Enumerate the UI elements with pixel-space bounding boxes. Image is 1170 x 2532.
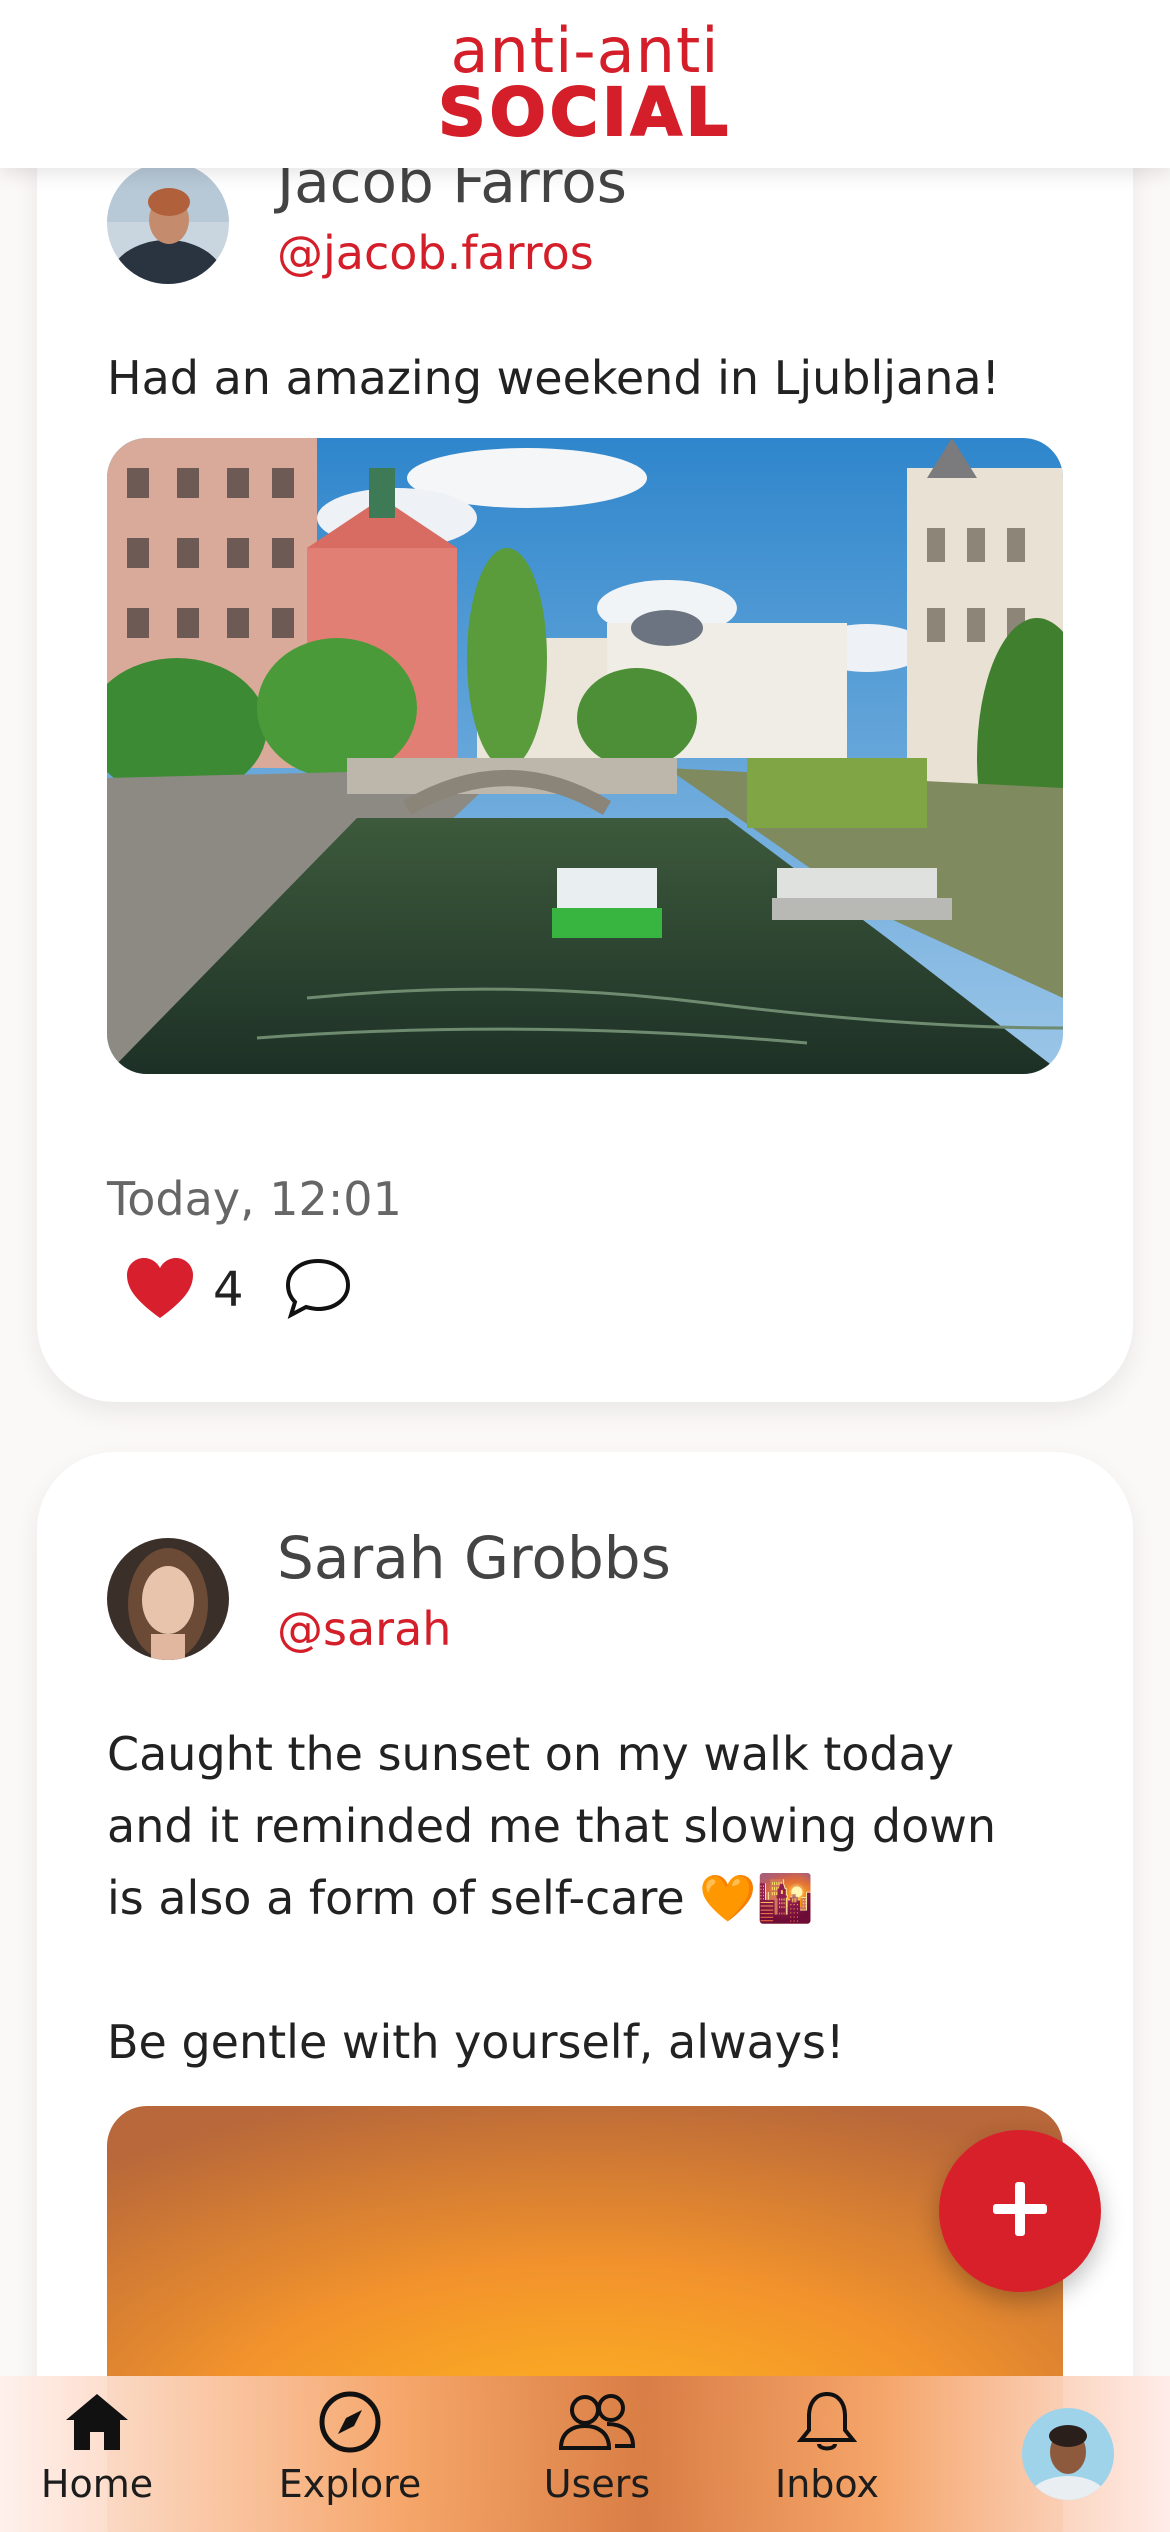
author-handle[interactable]: @sarah xyxy=(277,1602,451,1656)
post-card: Sarah Grobbs @sarah Caught the sunset on… xyxy=(37,1452,1133,2532)
app-header: anti-anti SOCIAL xyxy=(0,0,1170,168)
author-avatar[interactable] xyxy=(107,162,229,284)
nav-item-inbox[interactable]: Inbox xyxy=(766,2390,888,2506)
post-timestamp: Today, 12:01 xyxy=(107,1172,402,1226)
post-text-line: and it reminded me that slowing down xyxy=(107,1799,997,1853)
home-icon xyxy=(62,2390,132,2458)
nav-label: Inbox xyxy=(775,2462,879,2506)
post-text: Caught the sunset on my walk today and i… xyxy=(107,1718,1087,2078)
post-image[interactable] xyxy=(107,438,1063,1074)
author-name[interactable]: Sarah Grobbs xyxy=(277,1524,671,1592)
nav-item-users[interactable]: Users xyxy=(532,2390,662,2506)
profile-avatar[interactable] xyxy=(1022,2408,1114,2500)
heart-icon[interactable] xyxy=(125,1256,195,1324)
bottom-navigation: Home Explore Users Inbox xyxy=(0,2376,1170,2532)
plus-icon xyxy=(991,2180,1049,2242)
nav-label: Explore xyxy=(278,2462,422,2506)
author-handle[interactable]: @jacob.farros xyxy=(277,226,594,280)
post-card: Jacob Farros @jacob.farros Had an amazin… xyxy=(37,60,1133,1402)
like-count: 4 xyxy=(213,1262,244,1318)
post-text-line: Caught the sunset on my walk today xyxy=(107,1727,955,1781)
logo-top-text: anti-anti xyxy=(450,14,720,87)
nav-label: Users xyxy=(543,2462,651,2506)
author-avatar[interactable] xyxy=(107,1538,229,1660)
users-icon xyxy=(557,2390,637,2458)
create-post-button[interactable] xyxy=(939,2130,1101,2292)
post-text-line: is also a form of self-care 🧡🌇 xyxy=(107,1871,814,1925)
post-actions: 4 xyxy=(125,1256,352,1324)
compass-icon xyxy=(315,2390,385,2458)
nav-label: Home xyxy=(40,2462,154,2506)
post-text: Had an amazing weekend in Ljubljana! xyxy=(107,351,1001,405)
nav-item-explore[interactable]: Explore xyxy=(270,2390,430,2506)
comment-icon[interactable] xyxy=(284,1256,352,1324)
logo-bottom-text: SOCIAL xyxy=(437,74,732,151)
bell-icon xyxy=(796,2390,858,2458)
nav-item-home[interactable]: Home xyxy=(38,2390,156,2506)
post-text-line: Be gentle with yourself, always! xyxy=(107,2015,845,2069)
